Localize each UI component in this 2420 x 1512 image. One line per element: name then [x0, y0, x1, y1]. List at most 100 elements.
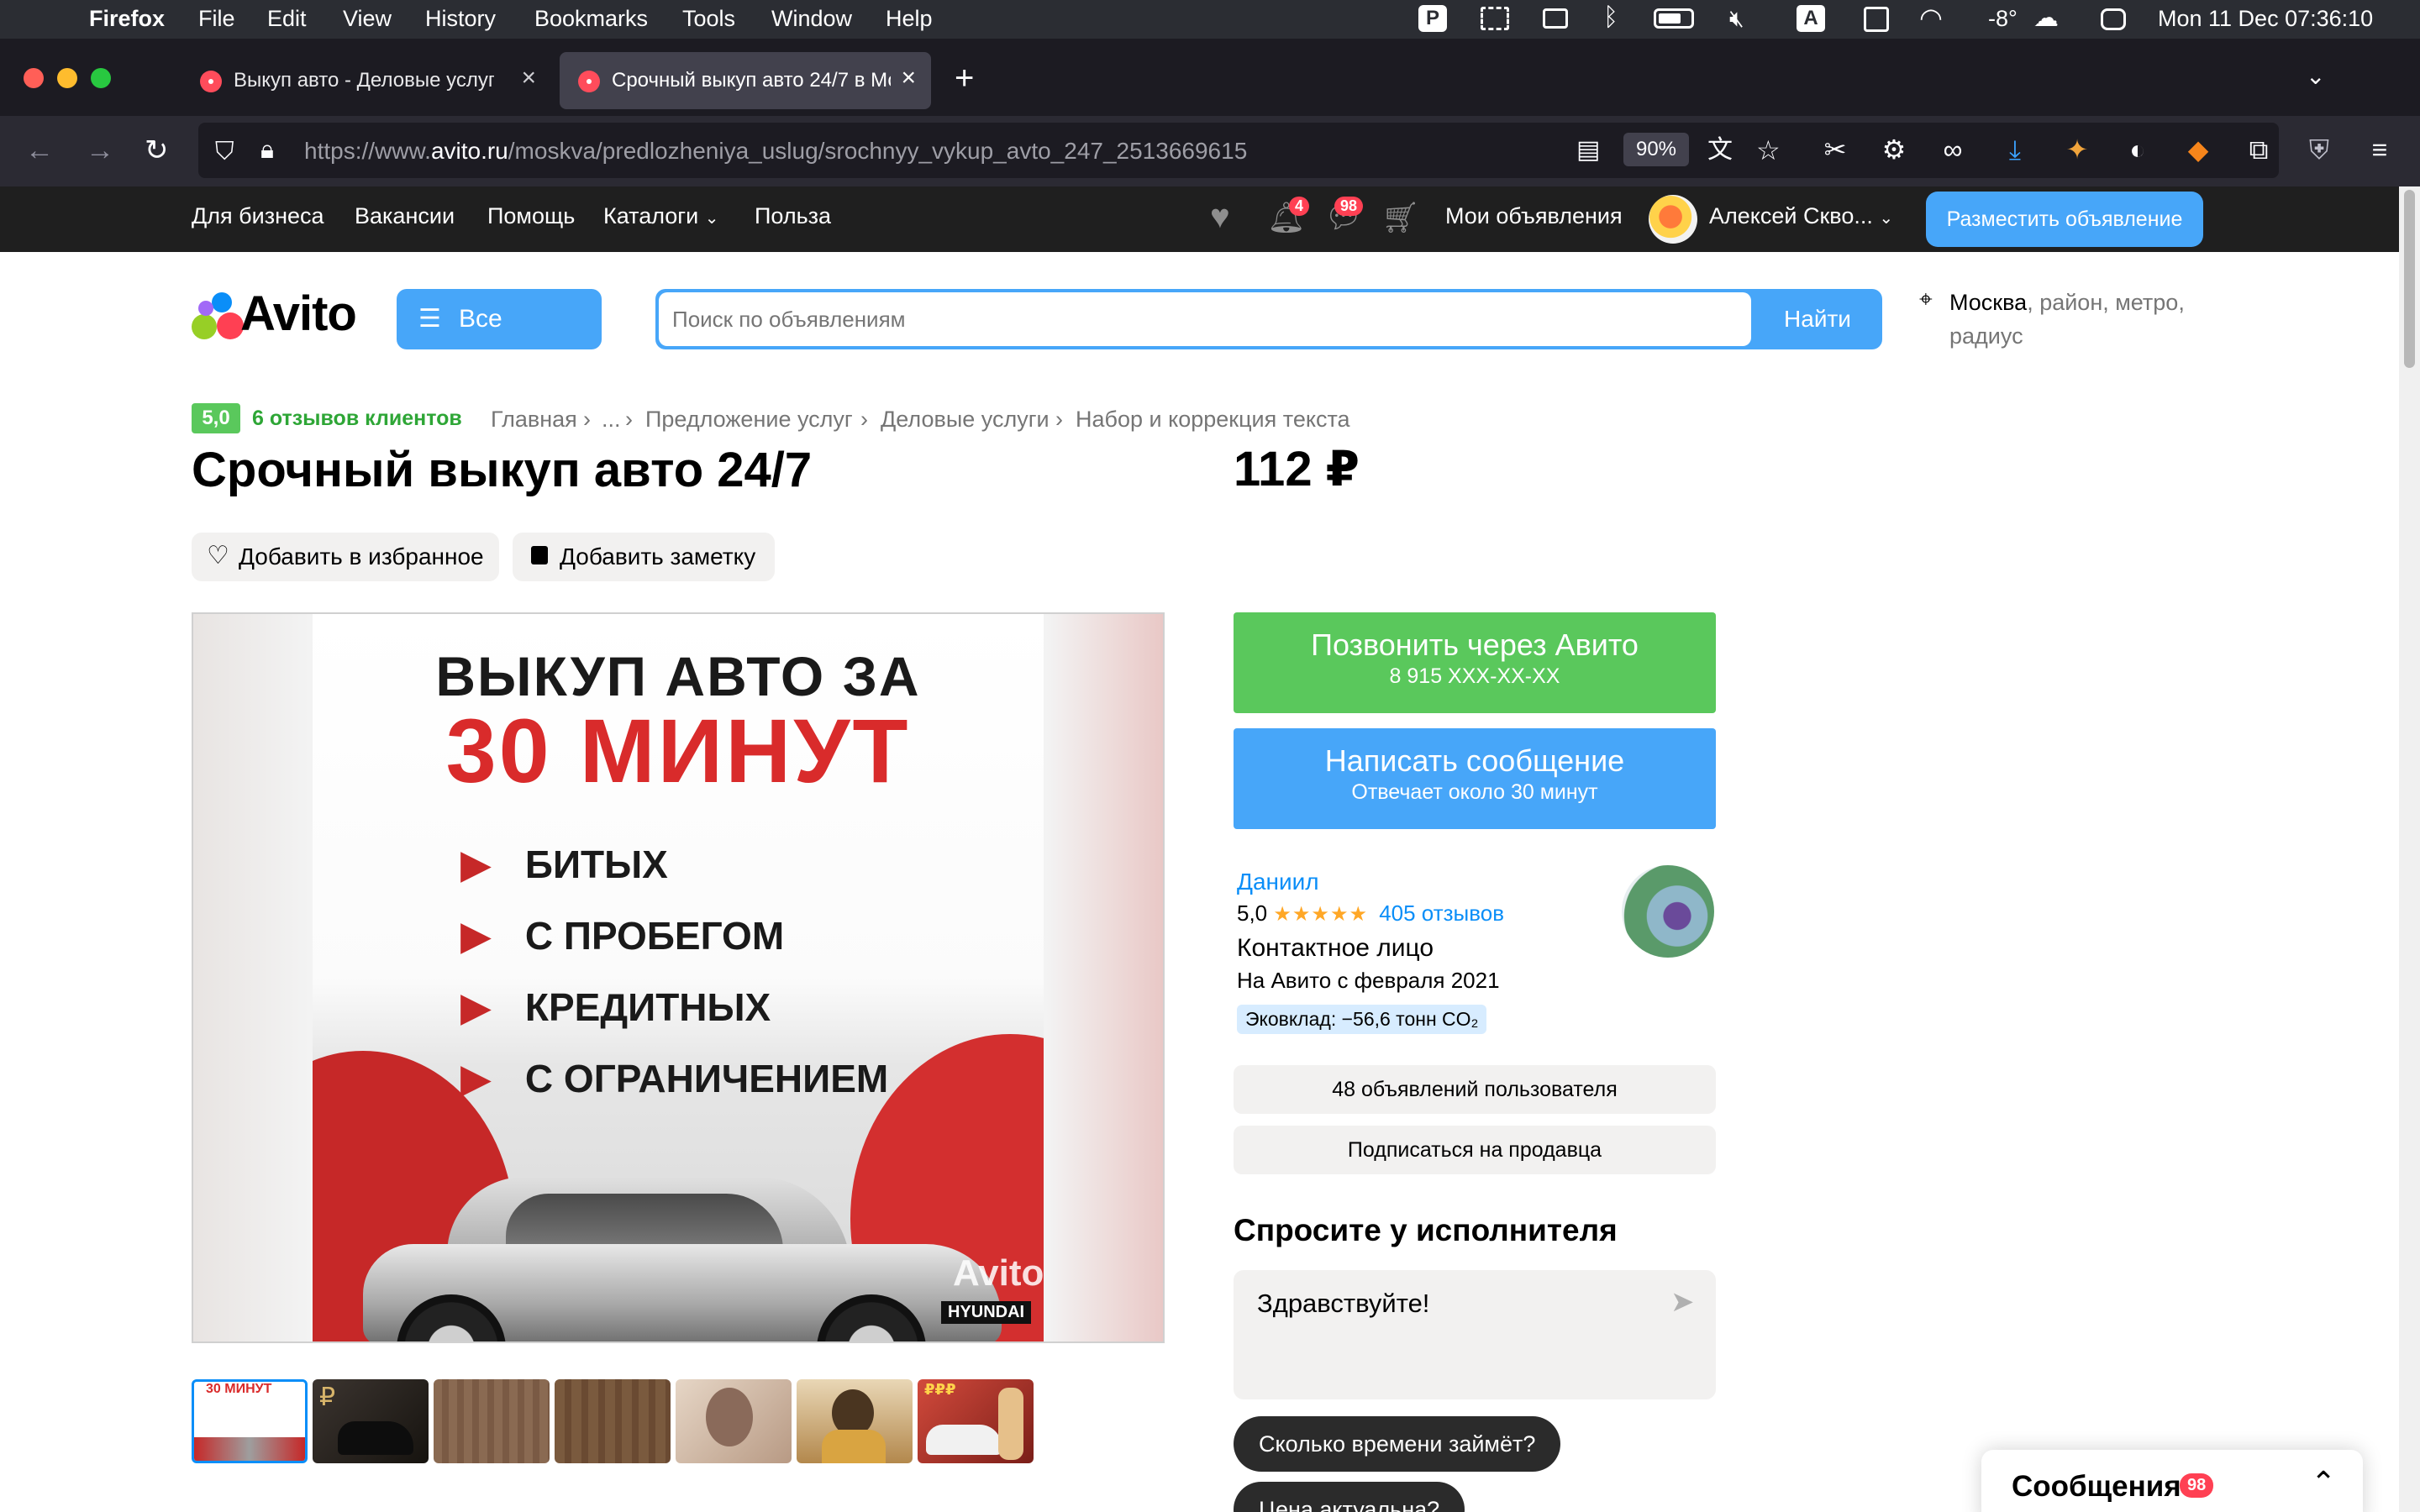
client-reviews-link[interactable]: 6 отзывов клиентов [252, 407, 462, 431]
thumbnail-4[interactable] [555, 1379, 671, 1463]
menu-history[interactable]: History [425, 6, 496, 32]
cart-icon[interactable]: 🛒︎ [1381, 200, 1420, 235]
seller-reviews-link[interactable]: 405 отзывов [1379, 900, 1504, 926]
add-note-button[interactable]: Добавить заметку [513, 533, 775, 581]
new-tab-icon[interactable]: + [955, 61, 974, 95]
scrollbar-thumb[interactable] [2404, 190, 2415, 368]
search-input[interactable] [659, 292, 1751, 346]
location-selector[interactable]: Москва, район, метро, радиус [1949, 286, 2185, 353]
send-arrow-icon[interactable]: ➤ [1670, 1285, 1695, 1319]
add-to-favorites-button[interactable]: ♡ Добавить в избранное [192, 533, 499, 581]
thumbnail-6[interactable] [797, 1379, 913, 1463]
subscribe-seller-button[interactable]: Подписаться на продавца [1234, 1126, 1716, 1174]
minimize-window-button[interactable] [57, 68, 77, 88]
zoom-window-button[interactable] [91, 68, 111, 88]
input-source-icon[interactable]: A [1797, 5, 1825, 32]
url-text[interactable]: https://www.avito.ru/moskva/predlozheniy… [304, 138, 1247, 165]
thumbnail-3[interactable] [434, 1379, 550, 1463]
close-tab-icon[interactable]: × [521, 64, 536, 92]
clock[interactable]: Mon 11 Dec 07:36:10 [2158, 6, 2373, 32]
window-icon[interactable] [1543, 8, 1568, 29]
metamask-fox-icon[interactable]: ◆ [2183, 134, 2213, 165]
menu-help[interactable]: Help [886, 6, 933, 32]
settings-gear-icon[interactable]: ⚙ [1879, 134, 1909, 165]
bluetooth-icon[interactable]: ᛒ [1603, 3, 1618, 32]
tab-active[interactable]: Срочный выкуп авто 24/7 в Мо × [560, 52, 931, 109]
link-catalogs[interactable]: Каталоги ⌄ [603, 203, 719, 229]
screenshot-icon[interactable] [1481, 7, 1509, 30]
back-icon[interactable]: ← [25, 136, 54, 165]
lock-icon[interactable]: 🔒︎ [260, 136, 274, 165]
page-scrollbar[interactable] [2399, 186, 2420, 1512]
downloads-icon[interactable]: ⤓ [2000, 134, 2030, 165]
call-via-avito-button[interactable]: Позвонить через Авито 8 915 XXX-XX-XX [1234, 612, 1716, 713]
thumbnail-2[interactable]: ₽ [313, 1379, 429, 1463]
control-center-icon[interactable] [2101, 8, 2126, 30]
privacy-shield-icon[interactable]: ⛨ [2304, 134, 2334, 165]
seller-avatar[interactable] [1622, 865, 1714, 958]
breadcrumb-home[interactable]: Главная [491, 407, 577, 433]
quick-question-chip[interactable]: Сколько времени займёт? [1234, 1416, 1561, 1472]
ask-message-input[interactable]: Здравствуйте! [1257, 1289, 1429, 1319]
menu-edit[interactable]: Edit [267, 6, 307, 32]
weather-temp[interactable]: -8° [1988, 6, 2018, 32]
wifi-icon[interactable]: ◠ [1919, 2, 1943, 34]
weather-icon[interactable]: ☁ [2033, 3, 2059, 33]
app-menu-hamburger-icon[interactable]: ≡ [2365, 134, 2395, 165]
mute-icon[interactable]: 🔇︎ [1729, 5, 1744, 33]
tracking-protection-shield-icon[interactable]: ⛉ [215, 138, 234, 166]
my-ads-link[interactable]: Мои объявления [1445, 203, 1623, 229]
link-benefit[interactable]: Польза [755, 203, 831, 229]
app-name[interactable]: Firefox [89, 6, 165, 32]
breadcrumb-services[interactable]: Предложение услуг [645, 407, 853, 433]
link-business[interactable]: Для бизнеса [192, 203, 324, 229]
ask-message-box[interactable]: Здравствуйте! ➤ [1234, 1270, 1716, 1399]
reload-icon[interactable]: ↻ [145, 136, 169, 165]
user-ads-button[interactable]: 48 объявлений пользователя [1234, 1065, 1716, 1114]
thumbnail-1[interactable]: 30 МИНУТ [192, 1379, 308, 1463]
eco-contribution-badge[interactable]: Эковклад: −56,6 тонн CO₂ [1237, 1005, 1487, 1034]
search-button[interactable]: Найти [1753, 289, 1882, 349]
battery-icon[interactable] [1654, 8, 1694, 29]
write-message-button[interactable]: Написать сообщение Отвечает около 30 мин… [1234, 728, 1716, 829]
forward-icon[interactable]: → [86, 136, 114, 165]
avito-logo-text[interactable]: Avito [240, 286, 357, 342]
menu-file[interactable]: File [198, 6, 235, 32]
translate-icon[interactable]: 文 [1707, 136, 1733, 165]
extension-scissors-icon[interactable]: ✂ [1820, 134, 1850, 165]
main-ad-image[interactable]: ВЫКУП АВТО ЗА 30 МИНУТ ▶ БИТЫХ ▶ С ПРОБЕГО… [192, 612, 1165, 1343]
thumbnail-7[interactable]: ₽₽₽ [918, 1379, 1034, 1463]
all-categories-button[interactable]: ☰ Все категории [397, 289, 602, 393]
menu-tools[interactable]: Tools [682, 6, 735, 32]
seller-name-link[interactable]: Даниил [1237, 869, 1319, 895]
breadcrumb-business-services[interactable]: Деловые услуги [881, 407, 1050, 433]
pasta-icon[interactable]: P [1418, 5, 1447, 32]
user-avatar[interactable] [1649, 195, 1697, 244]
chevron-up-icon[interactable]: ⌃ [2311, 1465, 2336, 1500]
sidebar-icon[interactable] [1864, 7, 1889, 32]
breadcrumb-text-editing[interactable]: Набор и коррекция текста [1076, 407, 1350, 433]
breadcrumb-ellipsis[interactable]: ... [602, 407, 621, 433]
user-name[interactable]: Алексей Скво... ⌄ [1709, 203, 1893, 229]
menu-window[interactable]: Window [771, 6, 852, 32]
menu-view[interactable]: View [343, 6, 392, 32]
menu-bookmarks[interactable]: Bookmarks [534, 6, 648, 32]
quick-question-chip[interactable]: Цена актуальна? [1234, 1482, 1465, 1512]
close-window-button[interactable] [24, 68, 44, 88]
reader-view-icon[interactable]: ▤ [1576, 136, 1600, 165]
extension-bird-icon[interactable]: ✦ [2062, 134, 2092, 165]
tab-inactive[interactable]: Выкуп авто - Деловые услуги × [182, 52, 551, 109]
favorites-heart-icon[interactable]: ♥ [1210, 198, 1230, 236]
messages-panel[interactable]: Сообщения 98 ⌃ [1981, 1450, 2363, 1512]
post-ad-button[interactable]: Разместить объявление [1926, 192, 2203, 247]
thumbnail-5[interactable] [676, 1379, 792, 1463]
bookmark-star-icon[interactable]: ☆ [1756, 136, 1781, 165]
close-tab-icon[interactable]: × [901, 64, 916, 92]
tab-list-chevron-icon[interactable]: ⌄ [2306, 62, 2325, 91]
incognito-mask-icon[interactable]: ∞ [1938, 134, 1968, 165]
zoom-level-button[interactable]: 90% [1623, 133, 1689, 166]
link-help[interactable]: Помощь [487, 203, 575, 229]
avito-logo-mark[interactable] [192, 291, 244, 341]
link-vacancies[interactable]: Вакансии [355, 203, 455, 229]
extensions-puzzle-icon[interactable]: ⧉ [2244, 134, 2274, 165]
